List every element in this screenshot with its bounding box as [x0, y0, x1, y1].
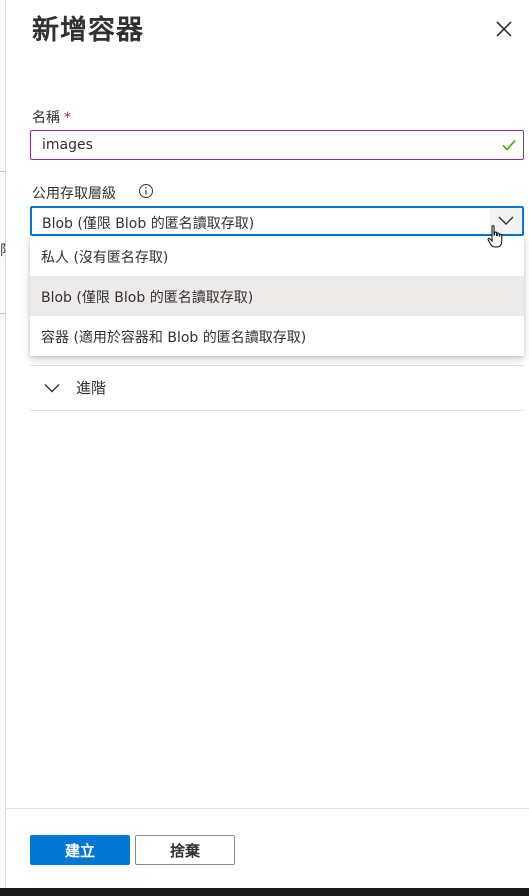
name-label-text: 名稱 — [32, 110, 60, 126]
name-label: 名稱 * — [32, 107, 71, 127]
option-label: Blob (僅限 Blob 的匿名讀取存取) — [41, 290, 254, 306]
underlying-divider — [0, 313, 5, 314]
underlying-divider — [0, 171, 5, 172]
name-field[interactable] — [30, 130, 524, 160]
required-indicator: * — [64, 110, 71, 126]
option-blob[interactable]: Blob (僅限 Blob 的匿名讀取存取) — [30, 276, 524, 316]
hand-cursor-icon — [487, 225, 503, 248]
advanced-section-toggle[interactable]: 進階 — [30, 366, 524, 410]
option-label: 容器 (適用於容器和 Blob 的匿名讀取存取) — [41, 330, 307, 346]
name-input[interactable] — [31, 131, 502, 159]
close-button[interactable] — [492, 17, 516, 41]
checkmark-icon — [502, 139, 516, 151]
dropdown-selected-value: Blob (僅限 Blob 的匿名讀取存取) — [42, 216, 255, 232]
access-level-dropdown[interactable]: Blob (僅限 Blob 的匿名讀取存取) — [30, 206, 524, 236]
underlying-page-edge — [0, 0, 6, 888]
close-icon — [496, 21, 512, 37]
advanced-label: 進階 — [76, 379, 107, 397]
create-button[interactable]: 建立 — [30, 835, 130, 865]
footer-divider — [5, 808, 529, 809]
option-private[interactable]: 私人 (沒有匿名存取) — [30, 236, 524, 276]
access-level-options: 私人 (沒有匿名存取) Blob (僅限 Blob 的匿名讀取存取) 容器 (適… — [30, 236, 524, 356]
info-icon[interactable] — [138, 183, 154, 199]
discard-button[interactable]: 捨棄 — [135, 835, 235, 865]
chevron-down-icon — [44, 384, 60, 393]
option-label: 私人 (沒有匿名存取) — [41, 250, 169, 266]
panel-title: 新增容器 — [32, 15, 144, 46]
taskbar-edge — [0, 888, 529, 896]
underlying-page-text: 限 — [0, 243, 6, 259]
section-divider — [30, 410, 524, 411]
access-level-label: 公用存取層級 — [32, 186, 116, 202]
option-container[interactable]: 容器 (適用於容器和 Blob 的匿名讀取存取) — [30, 316, 524, 356]
